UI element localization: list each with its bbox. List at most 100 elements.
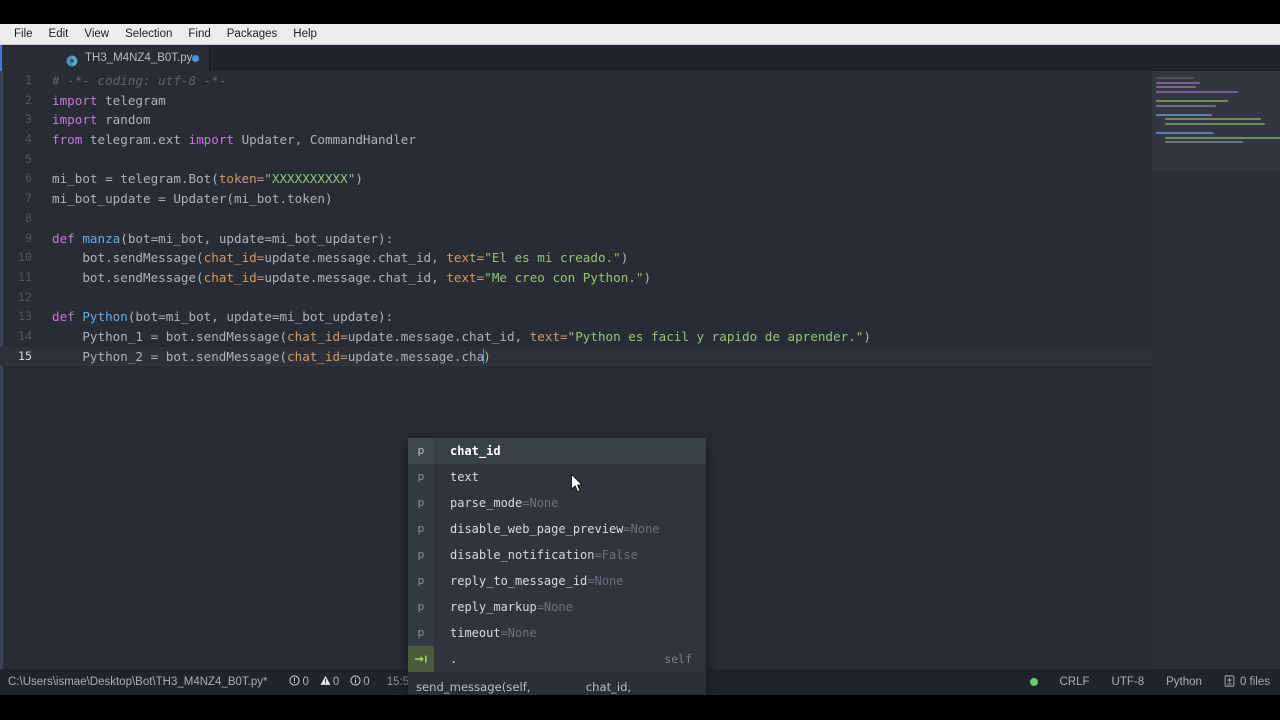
info-icon — [350, 675, 363, 689]
autocomplete-list[interactable]: p chat_id p text p parse_mode=None p disable_we… — [408, 438, 706, 672]
code-line[interactable]: 4 from telegram.ext import Updater, Comma… — [0, 130, 1280, 150]
code-token: update.message.chat_id, — [347, 328, 530, 344]
minimap-line — [1164, 141, 1243, 144]
line-number: 15 — [18, 348, 32, 363]
snippet-tab-icon — [408, 646, 434, 672]
autocomplete-item[interactable]: p reply_markup=None — [408, 594, 706, 620]
line-ending-selector[interactable]: CRLF — [1060, 676, 1090, 688]
code-line[interactable]: 6 mi_bot = telegram.Bot(token="XXXXXXXXXX… — [0, 169, 1280, 189]
autocomplete-documentation: send_message(self, chat_id, text, parse_… — [408, 672, 706, 695]
warning-count[interactable]: 0 — [320, 675, 339, 689]
language-selector[interactable]: Python — [1166, 676, 1202, 688]
code-token: telegram — [97, 92, 166, 108]
line-number: 8 — [25, 210, 32, 225]
autocomplete-item-name: . — [450, 652, 458, 666]
minimap-content — [1152, 71, 1280, 152]
code-token: Python_1 = bot.sendMessage( — [52, 328, 288, 344]
warning-count-value: 0 — [332, 676, 340, 688]
code-editor[interactable]: 1 # -*- coding: utf-8 -*- 2 import telegram… — [0, 71, 1280, 695]
code-line[interactable]: 5 — [0, 150, 1280, 170]
git-changed-files[interactable]: 0 files — [1224, 674, 1270, 690]
code-token: token= — [218, 171, 265, 187]
error-count[interactable]: 0 — [289, 675, 309, 689]
encoding-selector[interactable]: UTF-8 — [1112, 676, 1145, 688]
unsaved-dot-icon[interactable] — [192, 54, 200, 62]
line-number: 1 — [25, 73, 32, 87]
code-token: import — [188, 132, 235, 148]
code-line[interactable]: 11 bot.sendMessage(chat_id=update.messag… — [0, 268, 1280, 288]
autocomplete-item[interactable]: p disable_web_page_preview=None — [408, 516, 706, 542]
minimap-line — [1156, 99, 1228, 102]
python-file-icon — [66, 52, 78, 67]
editor-window: TH3_M4NZ4_B0T.py 1 # -*- coding: utf-8 -*… — [0, 45, 1280, 695]
parameter-type-badge: p — [408, 594, 434, 620]
file-path-label[interactable]: C:\Users\ismae\Desktop\Bot\TH3_M4NZ4_B0T… — [8, 676, 267, 688]
menu-item-help[interactable]: Help — [285, 25, 325, 44]
code-line[interactable]: 15 Python_2 = bot.sendMessage(chat_id=up… — [0, 346, 1280, 367]
git-status-dot-icon[interactable] — [1029, 678, 1038, 686]
autocomplete-item-default: =None — [587, 574, 624, 588]
parameter-type-badge: p — [408, 516, 434, 542]
code-line[interactable]: 8 — [0, 209, 1280, 229]
status-bar-left: C:\Users\ismae\Desktop\Bot\TH3_M4NZ4_B0T… — [8, 675, 415, 689]
code-line[interactable]: 1 # -*- coding: utf-8 -*- — [0, 71, 1280, 91]
code-token: text= — [529, 328, 568, 344]
info-count-value: 0 — [363, 676, 370, 688]
line-number: 6 — [25, 171, 32, 186]
code-line[interactable]: 14 Python_1 = bot.sendMessage(chat_id=up… — [0, 327, 1280, 347]
editor-tab[interactable]: TH3_M4NZ4_B0T.py — [0, 45, 211, 71]
code-line[interactable]: 10 bot.sendMessage(chat_id=update.messag… — [0, 248, 1280, 268]
menu-item-packages[interactable]: Packages — [219, 25, 286, 44]
autocomplete-item-default: =False — [594, 548, 638, 562]
warning-icon — [320, 675, 333, 689]
autocomplete-item-label: disable_notification=False — [434, 548, 706, 562]
code-token: (bot=mi_bot, update=mi_bot_update): — [127, 309, 394, 325]
line-number: 9 — [25, 230, 32, 245]
autocomplete-item-name: reply_markup — [450, 600, 537, 614]
menu-item-selection[interactable]: Selection — [117, 25, 180, 44]
menu-item-edit[interactable]: Edit — [41, 25, 77, 44]
minimap-line — [1164, 122, 1265, 125]
code-token: ) — [643, 269, 652, 285]
code-token: from — [52, 132, 83, 148]
minimap-line — [1164, 136, 1280, 139]
autocomplete-item-default: =None — [536, 600, 573, 614]
code-line[interactable]: 12 — [0, 288, 1280, 308]
info-count[interactable]: 0 — [350, 675, 370, 689]
code-line[interactable]: 3 import random — [0, 110, 1280, 130]
autocomplete-item[interactable]: p text — [408, 464, 706, 490]
autocomplete-item-label: timeout=None — [434, 626, 706, 640]
code-token: def — [52, 309, 83, 325]
autocomplete-item[interactable]: p reply_to_message_id=None — [408, 568, 706, 594]
autocomplete-item-default: =None — [623, 522, 660, 536]
code-line[interactable]: 7 mi_bot_update = Updater(mi_bot.token) — [0, 189, 1280, 209]
minimap-line — [1156, 77, 1194, 79]
code-token: random — [97, 112, 151, 128]
menu-item-find[interactable]: Find — [180, 25, 218, 44]
menu-item-view[interactable]: View — [76, 25, 117, 44]
autocomplete-item-name: timeout — [450, 626, 501, 640]
autocomplete-item[interactable]: . self — [408, 646, 706, 672]
menu-item-file[interactable]: File — [6, 25, 41, 44]
code-token: bot.sendMessage( — [52, 269, 204, 285]
minimap-line — [1156, 132, 1214, 135]
code-token: update.message.chat_id, — [264, 250, 447, 266]
code-line[interactable]: 2 import telegram — [0, 91, 1280, 111]
code-token: text= — [446, 250, 485, 266]
autocomplete-item[interactable]: p timeout=None — [408, 620, 706, 646]
autocomplete-item[interactable]: p parse_mode=None — [408, 490, 706, 516]
code-line[interactable]: 13 def Python(bot=mi_bot, update=mi_bot_u… — [0, 307, 1280, 327]
code-token: "XXXXXXXXXX" — [264, 171, 356, 187]
code-token: ) — [483, 348, 491, 364]
line-number: 10 — [18, 250, 32, 265]
autocomplete-popup[interactable]: p chat_id p text p parse_mode=None p disable_we… — [408, 438, 706, 695]
minimap[interactable] — [1152, 71, 1280, 695]
git-diff-icon — [1224, 674, 1235, 690]
code-line[interactable]: 9 def manza(bot=mi_bot, update=mi_bot_upd… — [0, 229, 1280, 249]
error-count-value: 0 — [302, 676, 309, 688]
code-token: import — [52, 92, 98, 108]
autocomplete-item[interactable]: p disable_notification=False — [408, 542, 706, 568]
tab-active-accent — [0, 45, 2, 71]
minimap-line — [1156, 104, 1216, 107]
autocomplete-item[interactable]: p chat_id — [408, 438, 706, 464]
